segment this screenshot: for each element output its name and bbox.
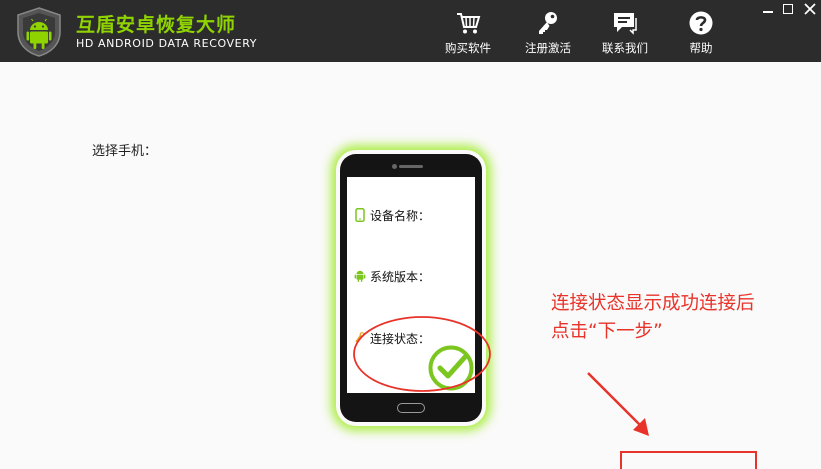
annotation-line-2: 点击“下一步” (551, 321, 663, 342)
title-bar: 互盾安卓恢复大师 HD ANDROID DATA RECOVERY 购买软件 注… (0, 0, 821, 62)
phone-speaker (399, 165, 423, 168)
instruction-annotation: 连接状态显示成功连接后 点击“下一步” (551, 290, 755, 346)
select-phone-label: 选择手机： (92, 144, 158, 159)
close-icon[interactable] (804, 3, 816, 15)
contact-us-button[interactable]: 联系我们 (590, 10, 660, 56)
register-activate-button[interactable]: 注册激活 (513, 10, 583, 56)
contact-us-label: 联系我们 (602, 41, 648, 55)
arrow-icon (587, 372, 649, 436)
phone-icon (355, 208, 365, 222)
device-name-label: 设备名称： (370, 209, 431, 223)
minimize-button[interactable] (763, 3, 775, 15)
app-title: 互盾安卓恢复大师 (76, 14, 237, 36)
register-activate-label: 注册激活 (525, 41, 571, 55)
buy-software-label: 购买软件 (445, 41, 491, 55)
android-shield-logo (17, 7, 61, 57)
next-step-highlight-box (620, 451, 757, 469)
annotation-line-1: 连接状态显示成功连接后 (551, 293, 755, 314)
system-version-label: 系统版本： (370, 270, 431, 284)
maximize-button[interactable] (783, 4, 793, 14)
help-label: 帮助 (689, 41, 713, 55)
phone-camera (392, 164, 397, 169)
cart-icon (457, 13, 481, 34)
help-icon (689, 11, 713, 35)
key-icon (539, 12, 557, 34)
highlight-ellipse (353, 316, 491, 392)
app-subtitle: HD ANDROID DATA RECOVERY (76, 37, 258, 50)
buy-software-button[interactable]: 购买软件 (433, 10, 503, 56)
help-button[interactable]: 帮助 (666, 10, 736, 56)
android-icon (354, 270, 366, 282)
phone-home-button (397, 403, 425, 413)
chat-icon (614, 13, 637, 35)
